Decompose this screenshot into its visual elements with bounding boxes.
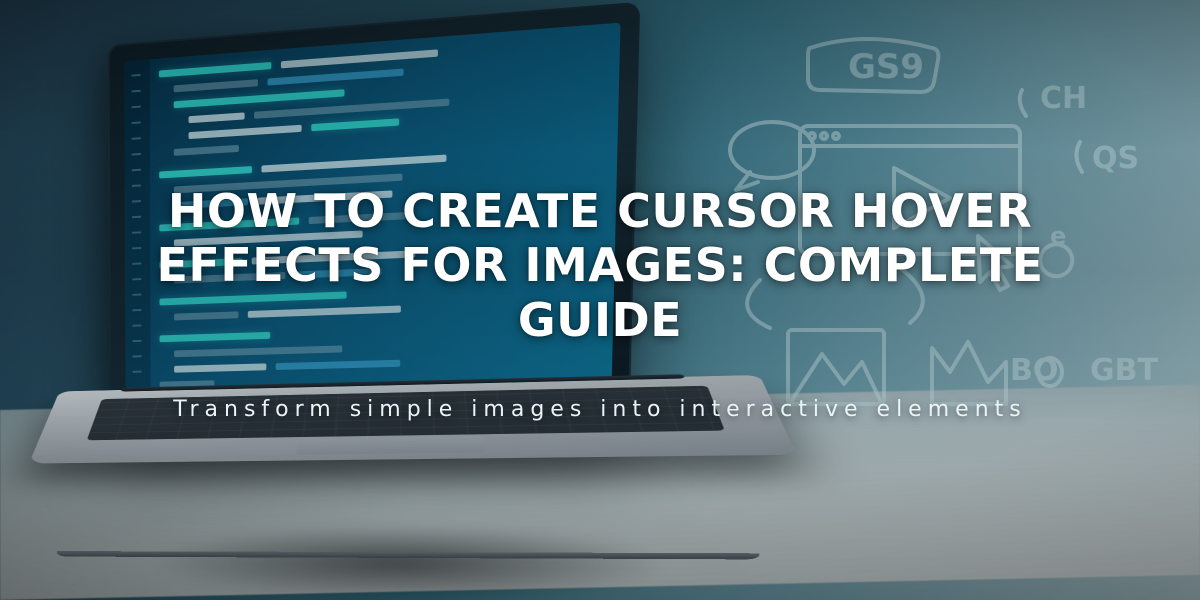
hero-banner: GS9 CH QS e	[0, 0, 1200, 600]
hero-title: HOW TO CREATE CURSOR HOVER EFFECTS FOR I…	[150, 184, 1050, 347]
hero-text-overlay: HOW TO CREATE CURSOR HOVER EFFECTS FOR I…	[0, 0, 1200, 600]
hero-subtitle: Transform simple images into interactive…	[173, 397, 1026, 422]
